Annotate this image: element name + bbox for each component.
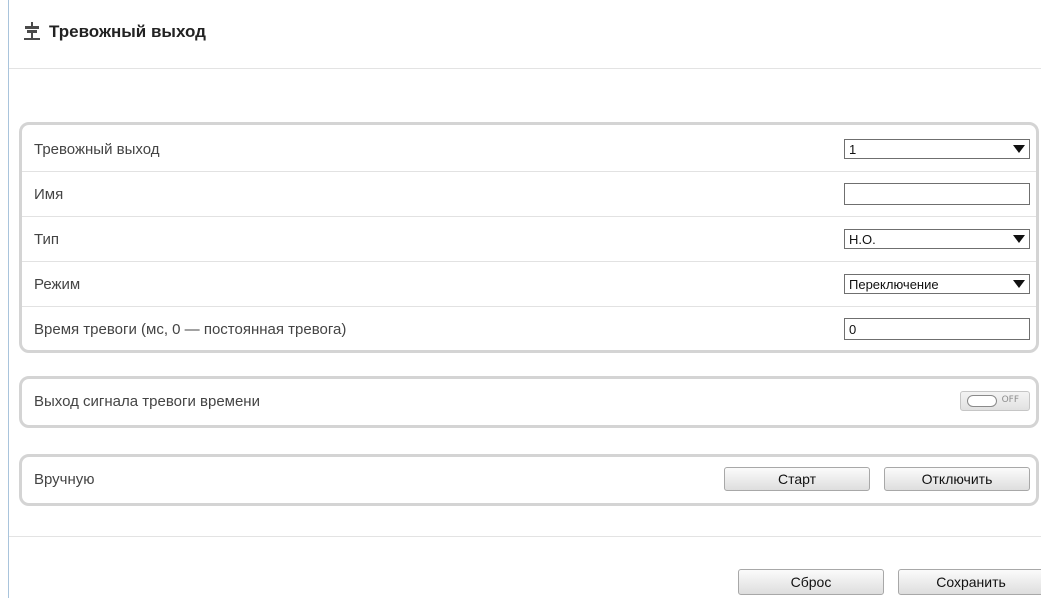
- mode-select[interactable]: Переключение: [844, 274, 1030, 294]
- row-name: Имя: [22, 172, 1036, 217]
- row-alarm-time: Время тревоги (мс, 0 — постоянная тревог…: [22, 307, 1036, 351]
- row-schedule-alarm: Выход сигнала тревоги времени OFF: [22, 379, 1036, 423]
- mode-select-value: Переключение: [849, 276, 939, 292]
- page-title: Тревожный выход: [49, 22, 206, 41]
- row-alarm-output: Тревожный выход 1: [22, 127, 1036, 172]
- row-manual: Вручную Старт Отключить: [22, 457, 1036, 501]
- footer-actions: Сброс Сохранить: [738, 569, 1041, 595]
- page-header: Тревожный выход: [9, 12, 1041, 52]
- alarm-output-select-value: 1: [849, 141, 857, 157]
- content-frame: Тревожный выход Тревожный выход 1 Имя Ти…: [8, 0, 1041, 598]
- name-input[interactable]: [844, 183, 1030, 205]
- save-button[interactable]: Сохранить: [898, 569, 1041, 595]
- row-mode: Режим Переключение: [22, 262, 1036, 307]
- reset-button[interactable]: Сброс: [738, 569, 884, 595]
- dropdown-arrow-icon: [1013, 145, 1025, 153]
- alarm-output-label: Тревожный выход: [34, 140, 160, 158]
- type-select-value: Н.О.: [849, 231, 876, 247]
- type-label: Тип: [34, 230, 60, 248]
- header-divider: [9, 68, 1041, 69]
- alarm-output-icon: [23, 21, 41, 43]
- name-label: Имя: [34, 185, 64, 203]
- schedule-alarm-panel: Выход сигнала тревоги времени OFF: [19, 376, 1039, 428]
- schedule-alarm-toggle[interactable]: OFF: [960, 391, 1030, 411]
- schedule-alarm-label: Выход сигнала тревоги времени: [34, 392, 260, 410]
- start-button[interactable]: Старт: [724, 467, 870, 491]
- mode-label: Режим: [34, 275, 81, 293]
- stop-button[interactable]: Отключить: [884, 467, 1030, 491]
- footer-divider: [9, 536, 1041, 537]
- row-type: Тип Н.О.: [22, 217, 1036, 262]
- dropdown-arrow-icon: [1013, 235, 1025, 243]
- type-select[interactable]: Н.О.: [844, 229, 1030, 249]
- manual-label: Вручную: [34, 470, 95, 488]
- alarm-output-select[interactable]: 1: [844, 139, 1030, 159]
- manual-control-panel: Вручную Старт Отключить: [19, 454, 1039, 506]
- dropdown-arrow-icon: [1013, 280, 1025, 288]
- alarm-time-input[interactable]: [844, 318, 1030, 340]
- toggle-state-text: OFF: [1001, 395, 1019, 405]
- alarm-time-label: Время тревоги (мс, 0 — постоянная тревог…: [34, 320, 347, 338]
- toggle-knob-icon: [967, 395, 997, 407]
- alarm-output-settings-panel: Тревожный выход 1 Имя Тип Н.О. Режим Пер…: [19, 122, 1039, 353]
